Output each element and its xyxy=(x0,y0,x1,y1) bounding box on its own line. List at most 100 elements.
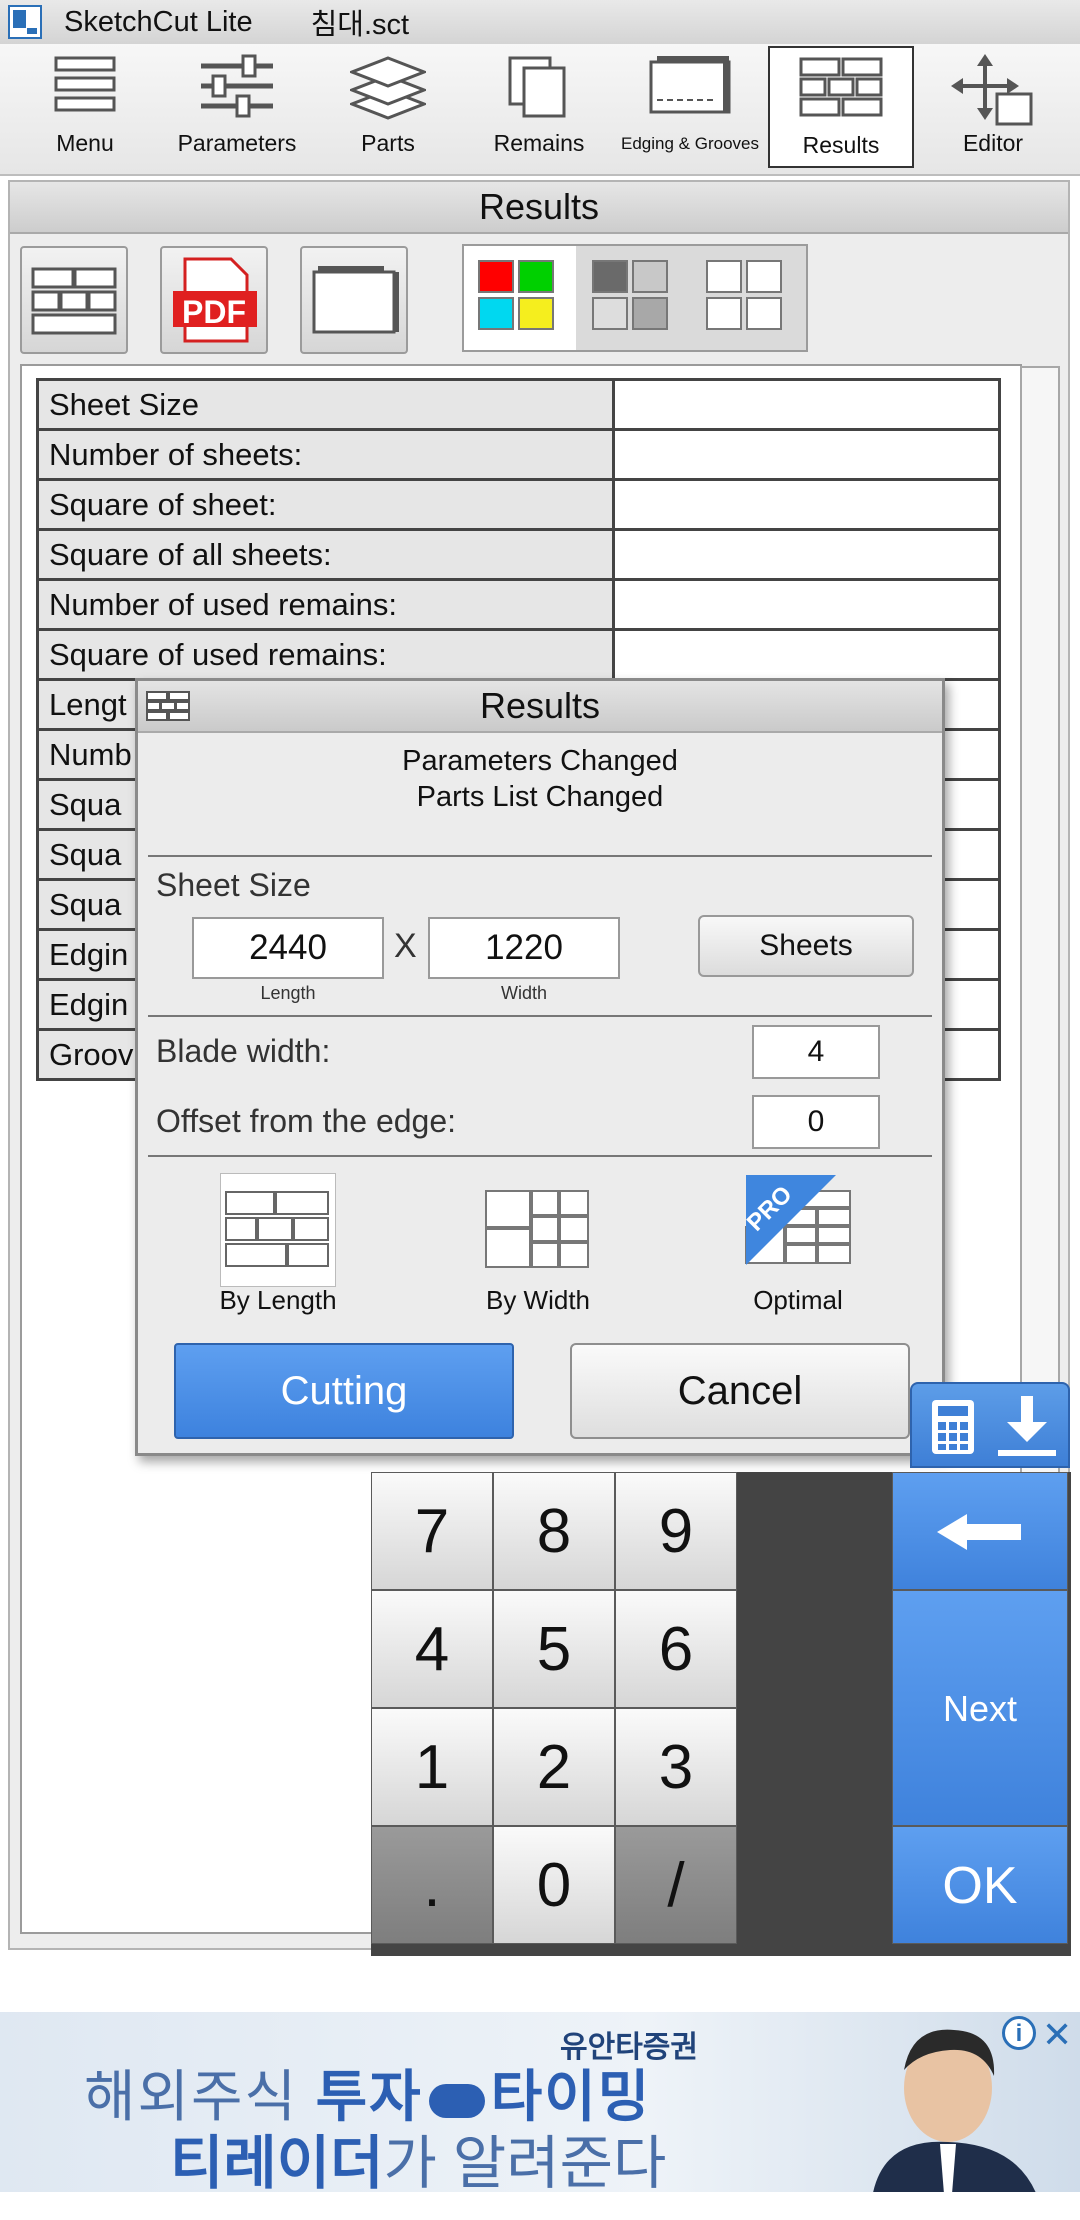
row-label: Square of sheet: xyxy=(36,478,615,531)
cancel-button[interactable]: Cancel xyxy=(570,1343,910,1439)
row-label: Square of all sheets: xyxy=(36,528,615,581)
dialog-header: Results xyxy=(138,681,942,733)
ad-headline-2: 티레이더가 알려준다 xyxy=(170,2116,666,2192)
pdf-export-button[interactable]: PDF xyxy=(160,246,268,354)
gray-quad-icon xyxy=(592,260,672,334)
offset-edge-input[interactable] xyxy=(752,1095,880,1149)
white-quad-icon xyxy=(706,260,786,334)
by-length-icon xyxy=(220,1173,336,1287)
by-length-label: By Length xyxy=(219,1285,337,1315)
dialog-divider xyxy=(148,855,932,857)
row-label: Number of sheets: xyxy=(36,428,615,481)
ad-headline-part: 티레이더 xyxy=(170,2131,384,2192)
dialog-divider xyxy=(148,1015,932,1017)
by-width-icon xyxy=(485,1190,589,1268)
results-dialog: Results Parameters Changed Parts List Ch… xyxy=(135,678,945,1456)
key-5[interactable]: 5 xyxy=(493,1590,615,1708)
blade-width-label: Blade width: xyxy=(156,1033,331,1069)
ad-headline-part: 가 알려준다 xyxy=(383,2131,667,2192)
row-value xyxy=(612,428,1001,481)
key-slash[interactable]: / xyxy=(615,1826,737,1944)
message-parts-changed: Parts List Changed xyxy=(416,781,664,813)
pdf-label: PDF xyxy=(182,294,246,330)
optimal-label: Optimal xyxy=(753,1285,843,1315)
toolbar-menu-button[interactable]: Menu xyxy=(12,46,158,168)
sheet-width-input[interactable] xyxy=(428,917,620,979)
length-caption: Length xyxy=(260,983,316,1003)
option-by-width[interactable]: By Width xyxy=(438,1167,638,1315)
row-value xyxy=(612,578,1001,631)
table-row: Sheet Size xyxy=(36,378,1001,431)
keypad-toggle-button[interactable] xyxy=(910,1382,1070,1468)
results-panel-title: Results xyxy=(10,182,1068,234)
next-key[interactable]: Next xyxy=(892,1590,1068,1826)
download-arrow-icon xyxy=(998,1396,1056,1456)
toolbar-results-button[interactable]: Results xyxy=(768,46,914,168)
file-name: 침대.sct xyxy=(310,9,410,41)
key-9[interactable]: 9 xyxy=(615,1472,737,1590)
blade-width-input[interactable] xyxy=(752,1025,880,1079)
toolbar-remains-button[interactable]: Remains xyxy=(466,46,612,168)
key-4[interactable]: 4 xyxy=(371,1590,493,1708)
width-caption: Width xyxy=(500,983,547,1003)
title-bar: SketchCut Lite 침대.sct xyxy=(0,0,1080,45)
edging-icon xyxy=(649,56,731,114)
numeric-keypad: Next OK 7 8 9 4 5 6 1 2 3. 0/ xyxy=(371,1472,1071,1956)
calculator-icon xyxy=(932,1400,974,1454)
app-logo-icon xyxy=(8,5,42,39)
row-value xyxy=(612,528,1001,581)
option-by-length[interactable]: By Length xyxy=(178,1167,378,1315)
app-title: SketchCut Lite xyxy=(64,5,253,38)
sheet-length-input[interactable] xyxy=(192,917,384,979)
toolbar-editor-button[interactable]: Editor xyxy=(920,46,1066,168)
row-label: Square of used remains: xyxy=(36,628,615,681)
results-grid-icon xyxy=(799,57,883,117)
toolbar-parts-label: Parts xyxy=(361,130,415,156)
toolbar-editor-label: Editor xyxy=(962,130,1024,156)
key-6[interactable]: 6 xyxy=(615,1590,737,1708)
color-quad-icon xyxy=(478,260,558,334)
results-grid-icon xyxy=(146,691,190,721)
toolbar-remains-label: Remains xyxy=(493,130,585,156)
table-row: Number of sheets: xyxy=(36,428,1001,481)
key-1[interactable]: 1 xyxy=(371,1708,493,1826)
sheets-button[interactable]: Sheets xyxy=(698,915,914,977)
toolbar-parameters-label: Parameters xyxy=(177,130,297,156)
remains-icon xyxy=(508,56,566,118)
by-width-label: By Width xyxy=(485,1285,591,1315)
menu-icon xyxy=(54,56,116,112)
color-mode-group xyxy=(462,244,808,352)
color-mode-gray[interactable] xyxy=(578,246,690,350)
ok-key[interactable]: OK xyxy=(892,1826,1068,1944)
table-row: Square of sheet: xyxy=(36,478,1001,531)
table-row: Square of all sheets: xyxy=(36,528,1001,581)
layers-icon xyxy=(350,56,426,120)
option-optimal[interactable]: PRO Optimal xyxy=(698,1167,898,1315)
cutting-button[interactable]: Cutting xyxy=(174,1343,514,1439)
color-mode-none[interactable] xyxy=(692,246,804,350)
key-8[interactable]: 8 xyxy=(493,1472,615,1590)
ad-info-icon[interactable]: i xyxy=(1002,2016,1036,2050)
sheet-view-button[interactable] xyxy=(300,246,408,354)
table-row: Square of used remains: xyxy=(36,628,1001,681)
sliders-icon xyxy=(201,54,273,118)
key-7[interactable]: 7 xyxy=(371,1472,493,1590)
ad-close-icon[interactable]: ✕ xyxy=(1042,2014,1072,2056)
optimal-icon: PRO xyxy=(742,1173,854,1267)
sheet-edging-icon xyxy=(312,266,399,334)
backspace-key[interactable] xyxy=(892,1472,1068,1590)
key-3[interactable]: 3 xyxy=(615,1708,737,1826)
key-0[interactable]: 0 xyxy=(493,1826,615,1944)
key-dot[interactable]: . xyxy=(371,1826,493,1944)
toolbar-parameters-button[interactable]: Parameters xyxy=(164,46,310,168)
layout-view-button[interactable] xyxy=(20,246,128,354)
backspace-arrow-icon xyxy=(937,1514,1021,1550)
offset-edge-label: Offset from the edge: xyxy=(156,1103,457,1139)
key-2[interactable]: 2 xyxy=(493,1708,615,1826)
color-mode-full[interactable] xyxy=(464,246,576,350)
ad-banner[interactable]: 유안타증권 해외주식 투자 타이밍 티레이더가 알려준다 i ✕ xyxy=(0,2012,1080,2192)
toolbar-edging-button[interactable]: Edging & Grooves xyxy=(617,46,763,168)
toolbar-parts-button[interactable]: Parts xyxy=(315,46,461,168)
row-label: Sheet Size xyxy=(36,378,615,431)
row-value xyxy=(612,628,1001,681)
